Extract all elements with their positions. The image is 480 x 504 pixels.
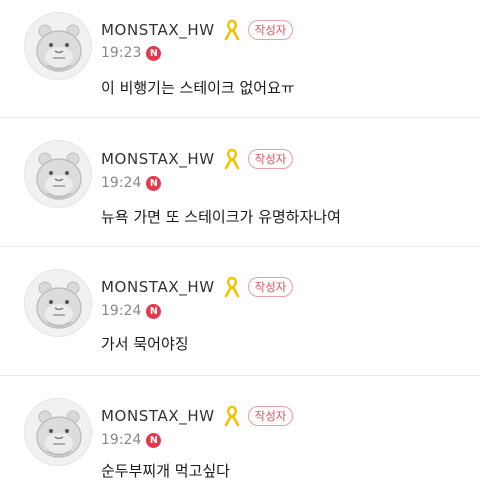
comment-item: MONSTAX_HW 작성자 19:24 N 가서 묵어야징: [0, 247, 480, 376]
hamster-avatar-icon[interactable]: [24, 12, 92, 80]
author-row: MONSTAX_HW 작성자: [101, 404, 294, 428]
timestamp: 19:23: [101, 45, 142, 61]
hamster-avatar-icon[interactable]: [24, 140, 92, 208]
username[interactable]: MONSTAX_HW: [101, 21, 215, 39]
comment-item: MONSTAX_HW 작성자 19:24 N 뉴욕 가면 또 스테이크가 유명하…: [0, 118, 480, 247]
new-badge: N: [146, 45, 162, 61]
new-badge: N: [146, 175, 162, 191]
comment-item: MONSTAX_HW 작성자 19:23 N 이 비행기는 스테이크 없어요ㅠ: [0, 0, 480, 118]
username[interactable]: MONSTAX_HW: [101, 150, 215, 168]
author-badge: 작성자: [247, 20, 294, 40]
timestamp-row: 19:23 N: [101, 43, 162, 63]
comment-item: MONSTAX_HW 작성자 19:24 N 순두부찌개 먹고싶다: [0, 376, 480, 504]
timestamp-row: 19:24 N: [101, 173, 162, 193]
author-badge: 작성자: [247, 277, 294, 297]
comment-text: 순두부찌개 먹고싶다: [101, 462, 230, 480]
comment-text: 가서 묵어야징: [101, 335, 189, 353]
hamster-avatar-icon[interactable]: [24, 269, 92, 337]
yellow-ribbon-icon: [223, 148, 241, 170]
author-badge: 작성자: [247, 149, 294, 169]
yellow-ribbon-icon: [223, 405, 241, 427]
timestamp: 19:24: [101, 303, 142, 319]
yellow-ribbon-icon: [223, 19, 241, 41]
author-row: MONSTAX_HW 작성자: [101, 18, 294, 42]
author-row: MONSTAX_HW 작성자: [101, 147, 294, 171]
timestamp-row: 19:24 N: [101, 301, 162, 321]
hamster-avatar-icon[interactable]: [24, 398, 92, 466]
comment-feed: MONSTAX_HW 작성자 19:23 N 이 비행기는 스테이크 없어요ㅠ: [0, 0, 480, 504]
timestamp: 19:24: [101, 432, 142, 448]
new-badge: N: [146, 432, 162, 448]
author-row: MONSTAX_HW 작성자: [101, 275, 294, 299]
comment-text: 이 비행기는 스테이크 없어요ㅠ: [101, 79, 295, 97]
username[interactable]: MONSTAX_HW: [101, 407, 215, 425]
comment-text: 뉴욕 가면 또 스테이크가 유명하자나여: [101, 208, 341, 226]
username[interactable]: MONSTAX_HW: [101, 278, 215, 296]
timestamp-row: 19:24 N: [101, 430, 162, 450]
timestamp: 19:24: [101, 175, 142, 191]
new-badge: N: [146, 303, 162, 319]
yellow-ribbon-icon: [223, 276, 241, 298]
author-badge: 작성자: [247, 406, 294, 426]
